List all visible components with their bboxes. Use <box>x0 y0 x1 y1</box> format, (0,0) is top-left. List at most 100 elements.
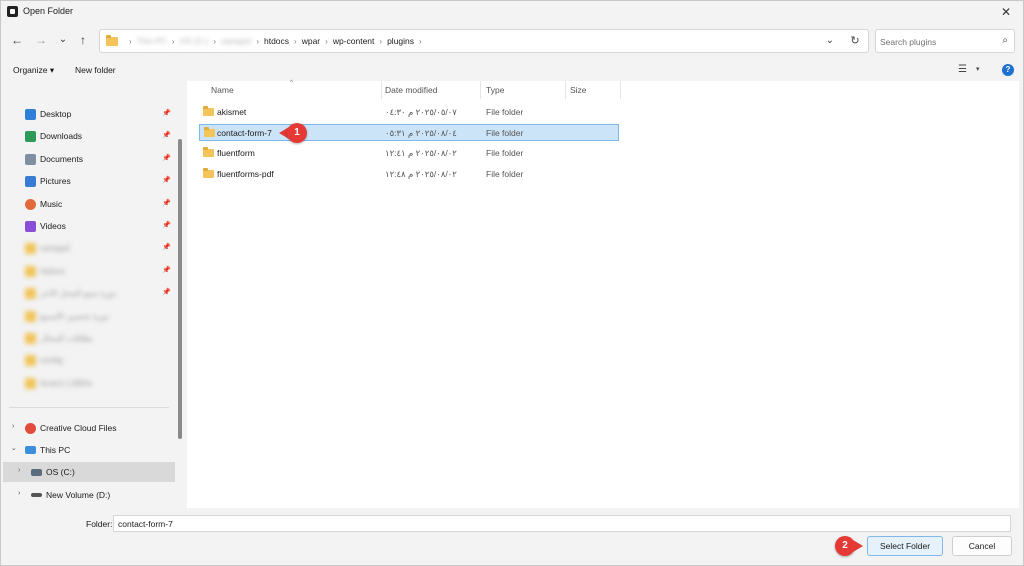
nav-item-label: OS (C:) <box>46 467 75 477</box>
pin-icon[interactable]: 📌 <box>162 109 171 117</box>
downloads-icon <box>25 130 36 142</box>
organize-menu-button[interactable]: Organize ▾ <box>13 65 54 76</box>
nav-item-label: Scan1 LSBAs <box>40 378 93 388</box>
breadcrumb-xampp[interactable]: xampp2 <box>221 36 251 46</box>
breadcrumb-wp-content[interactable]: wp-content <box>333 36 375 46</box>
navigation-pane: Desktop 📌 Downloads 📌 Documents 📌 Pictur… <box>3 81 177 508</box>
folder-icon <box>203 168 214 178</box>
drive-icon <box>31 493 42 497</box>
nav-scrollbar[interactable] <box>178 139 182 439</box>
breadcrumb-this-pc[interactable]: This PC <box>137 36 167 46</box>
folder-icon <box>204 127 215 137</box>
nav-item-downloads[interactable]: Downloads 📌 <box>3 126 175 146</box>
breadcrumb-separator: › <box>129 36 132 46</box>
column-separator[interactable] <box>480 81 481 99</box>
file-row-contact-form-7[interactable]: contact-form-7 ٢٠٢٥/٠٨/٠٤ م ٠٥:٣١ File f… <box>199 124 619 141</box>
search-input[interactable] <box>880 34 992 49</box>
select-folder-button[interactable]: Select Folder <box>867 536 943 556</box>
nav-item-pinned-folder[interactable]: Scan1 LSBAs <box>3 373 175 393</box>
breadcrumb-separator: › <box>213 36 217 46</box>
column-header-type[interactable]: Type <box>486 81 504 99</box>
nav-item-desktop[interactable]: Desktop 📌 <box>3 104 175 124</box>
nav-divider <box>9 407 169 408</box>
column-separator[interactable] <box>565 81 566 99</box>
nav-item-label: دورة تحسين الاسمع <box>40 310 110 321</box>
breadcrumb-htdocs[interactable]: htdocs <box>264 36 289 46</box>
nav-item-pinned-folder[interactable]: xampp2 📌 <box>3 238 175 258</box>
file-date-modified: ٢٠٢٥/٠٨/٠٤ م ٠٥:٣١ <box>385 128 457 138</box>
column-separator[interactable] <box>620 81 621 99</box>
nav-item-label: config <box>40 355 63 365</box>
desktop-icon <box>25 108 36 120</box>
nav-item-pinned-folder[interactable]: config <box>3 350 175 370</box>
help-icon[interactable]: ? <box>1002 64 1014 76</box>
nav-item-pinned-folder[interactable]: بطاقات المحال <box>3 328 175 348</box>
pin-icon[interactable]: 📌 <box>162 288 171 296</box>
command-bar: Organize ▾ New folder ☰ ▾ ? <box>1 59 1023 81</box>
address-bar[interactable]: › This PC › OS (C:) › xampp2 › htdocs › … <box>99 29 869 53</box>
view-options-icon[interactable]: ☰ <box>958 64 967 75</box>
folder-icon <box>25 310 36 322</box>
nav-item-videos[interactable]: Videos 📌 <box>3 216 175 236</box>
breadcrumb-wpar[interactable]: wpar <box>302 36 320 46</box>
file-row-fluentform[interactable]: fluentform ٢٠٢٥/٠٨/٠٢ م ١٢:٤١ File folde… <box>199 145 619 162</box>
breadcrumb-separator: › <box>325 36 328 46</box>
nav-item-label: Documents <box>40 154 83 164</box>
videos-icon <box>25 220 36 232</box>
new-folder-button[interactable]: New folder <box>75 65 116 75</box>
nav-item-music[interactable]: Music 📌 <box>3 194 175 214</box>
file-type: File folder <box>486 128 524 138</box>
breadcrumb-plugins[interactable]: plugins <box>387 36 414 46</box>
pin-icon[interactable]: 📌 <box>162 266 171 274</box>
up-arrow-icon[interactable]: ↑ <box>75 32 91 48</box>
computer-icon <box>25 446 36 454</box>
pin-icon[interactable]: 📌 <box>162 154 171 162</box>
search-icon[interactable]: ⌕ <box>1002 35 1008 46</box>
column-header-name[interactable]: Name <box>211 81 234 99</box>
column-header-date-modified[interactable]: Date modified <box>385 81 437 99</box>
expand-chevron-icon[interactable]: › <box>12 423 14 430</box>
collapse-chevron-icon[interactable]: ⌄ <box>11 444 17 452</box>
folder-icon <box>25 332 36 344</box>
pin-icon[interactable]: 📌 <box>162 243 171 251</box>
column-header-size[interactable]: Size <box>570 81 587 99</box>
nav-item-label: دورة سيو المحل الاخر <box>40 287 117 298</box>
nav-item-pinned-folder[interactable]: دورة تحسين الاسمع <box>3 306 175 326</box>
refresh-icon[interactable]: ↻ <box>848 34 862 48</box>
pin-icon[interactable]: 📌 <box>162 176 171 184</box>
nav-item-creative-cloud[interactable]: › Creative Cloud Files <box>3 418 175 438</box>
file-row-fluentforms-pdf[interactable]: fluentforms-pdf ٢٠٢٥/٠٨/٠٢ م ١٢:٤٨ File … <box>199 166 619 183</box>
recent-locations-chevron-icon[interactable]: ⌄ <box>55 32 71 48</box>
file-name: akismet <box>217 107 247 117</box>
folder-name-input[interactable] <box>113 515 1011 532</box>
breadcrumb-os-c[interactable]: OS (C:) <box>180 36 209 46</box>
annotation-pointer <box>853 540 863 552</box>
nav-item-pictures[interactable]: Pictures 📌 <box>3 171 175 191</box>
pin-icon[interactable]: 📌 <box>162 131 171 139</box>
forward-arrow-icon[interactable]: → <box>33 32 49 48</box>
drive-icon <box>31 468 42 476</box>
dialog-footer: Folder: 2 Select Folder Cancel <box>1 508 1023 565</box>
nav-item-os-drive[interactable]: › OS (C:) <box>3 462 175 482</box>
nav-item-this-pc[interactable]: ⌄ This PC <box>3 440 175 460</box>
pin-icon[interactable]: 📌 <box>162 221 171 229</box>
column-separator[interactable] <box>381 81 382 99</box>
file-row-akismet[interactable]: akismet ٢٠٢٥/٠٥/٠٧ م ٠٤:٣٠ File folder <box>199 104 619 121</box>
pin-icon[interactable]: 📌 <box>162 199 171 207</box>
address-history-chevron-icon[interactable]: ⌄ <box>826 35 834 46</box>
expand-chevron-icon[interactable]: › <box>18 490 20 497</box>
nav-item-label: Creative Cloud Files <box>40 423 117 433</box>
expand-chevron-icon[interactable]: › <box>18 467 20 474</box>
nav-item-documents[interactable]: Documents 📌 <box>3 149 175 169</box>
nav-item-new-volume[interactable]: › New Volume (D:) <box>3 485 175 505</box>
file-list: ^ Name Date modified Type Size akismet ٢… <box>187 80 1019 508</box>
nav-item-label: Music <box>40 199 63 209</box>
open-folder-dialog: Open Folder ✕ ← → ⌄ ↑ › This PC › OS (C:… <box>0 0 1024 566</box>
close-icon[interactable]: ✕ <box>997 3 1015 21</box>
view-options-chevron-icon[interactable]: ▾ <box>976 65 980 73</box>
nav-item-pinned-folder[interactable]: htdocs 📌 <box>3 261 175 281</box>
nav-item-label: Desktop <box>40 109 72 119</box>
back-arrow-icon[interactable]: ← <box>9 32 25 48</box>
cancel-button[interactable]: Cancel <box>952 536 1012 556</box>
nav-item-pinned-folder[interactable]: دورة سيو المحل الاخر 📌 <box>3 283 175 303</box>
